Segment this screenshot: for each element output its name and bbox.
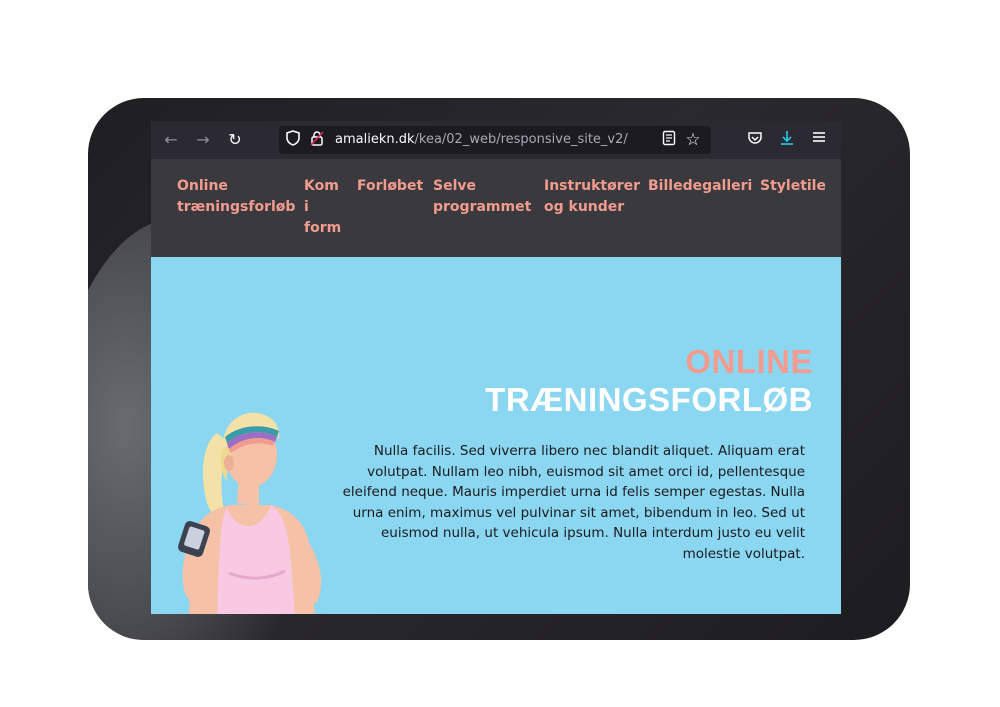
browser-toolbar: ← → ↻ amaliekn.dk/kea/02_web/responsive_…: [151, 121, 841, 159]
star-icon[interactable]: ☆: [683, 130, 703, 150]
arrow-left-icon[interactable]: ←: [161, 130, 181, 150]
nav-item-instruktoerer-og-kunder[interactable]: Instruktører og kunder: [544, 176, 640, 218]
tracking-shield-icon[interactable]: [283, 130, 303, 150]
reload-icon[interactable]: ↻: [225, 130, 245, 150]
hero-body-text: Nulla facilis. Sed viverra libero nec bl…: [342, 443, 805, 562]
reader-view-icon[interactable]: [659, 130, 679, 150]
address-bar[interactable]: amaliekn.dk/kea/02_web/responsive_site_v…: [279, 126, 711, 154]
site-navigation: Online træningsforløb Kom i form Forløbe…: [151, 159, 841, 257]
arrow-right-icon[interactable]: →: [193, 130, 213, 150]
nav-item-kom-i-form[interactable]: Kom i form: [304, 176, 341, 239]
url-domain: amaliekn.dk: [335, 132, 415, 147]
url-path: /kea/02_web/responsive_site_v2/: [414, 132, 628, 147]
pocket-icon[interactable]: [745, 130, 765, 150]
insecure-lock-icon[interactable]: [307, 130, 327, 150]
url-text[interactable]: amaliekn.dk/kea/02_web/responsive_site_v…: [335, 132, 628, 147]
nav-item-styletile[interactable]: Styletile: [760, 176, 826, 197]
tablet-screen: ← → ↻ amaliekn.dk/kea/02_web/responsive_…: [151, 121, 841, 614]
hero-title-line2: TRÆNINGSFORLØB: [485, 381, 813, 418]
nav-item-billedegalleri[interactable]: Billedegalleri: [648, 176, 752, 197]
nav-item-selve-programmet[interactable]: Selve programmet: [433, 176, 531, 218]
download-icon[interactable]: [777, 130, 797, 150]
woman-illustration: [177, 412, 322, 614]
hero-title-line1: ONLINE: [685, 343, 813, 380]
hamburger-menu-icon[interactable]: [809, 130, 829, 150]
nav-item-online-traeningsforloeb[interactable]: Online træningsforløb: [177, 176, 295, 218]
nav-item-forloebet[interactable]: Forløbet: [357, 176, 423, 197]
